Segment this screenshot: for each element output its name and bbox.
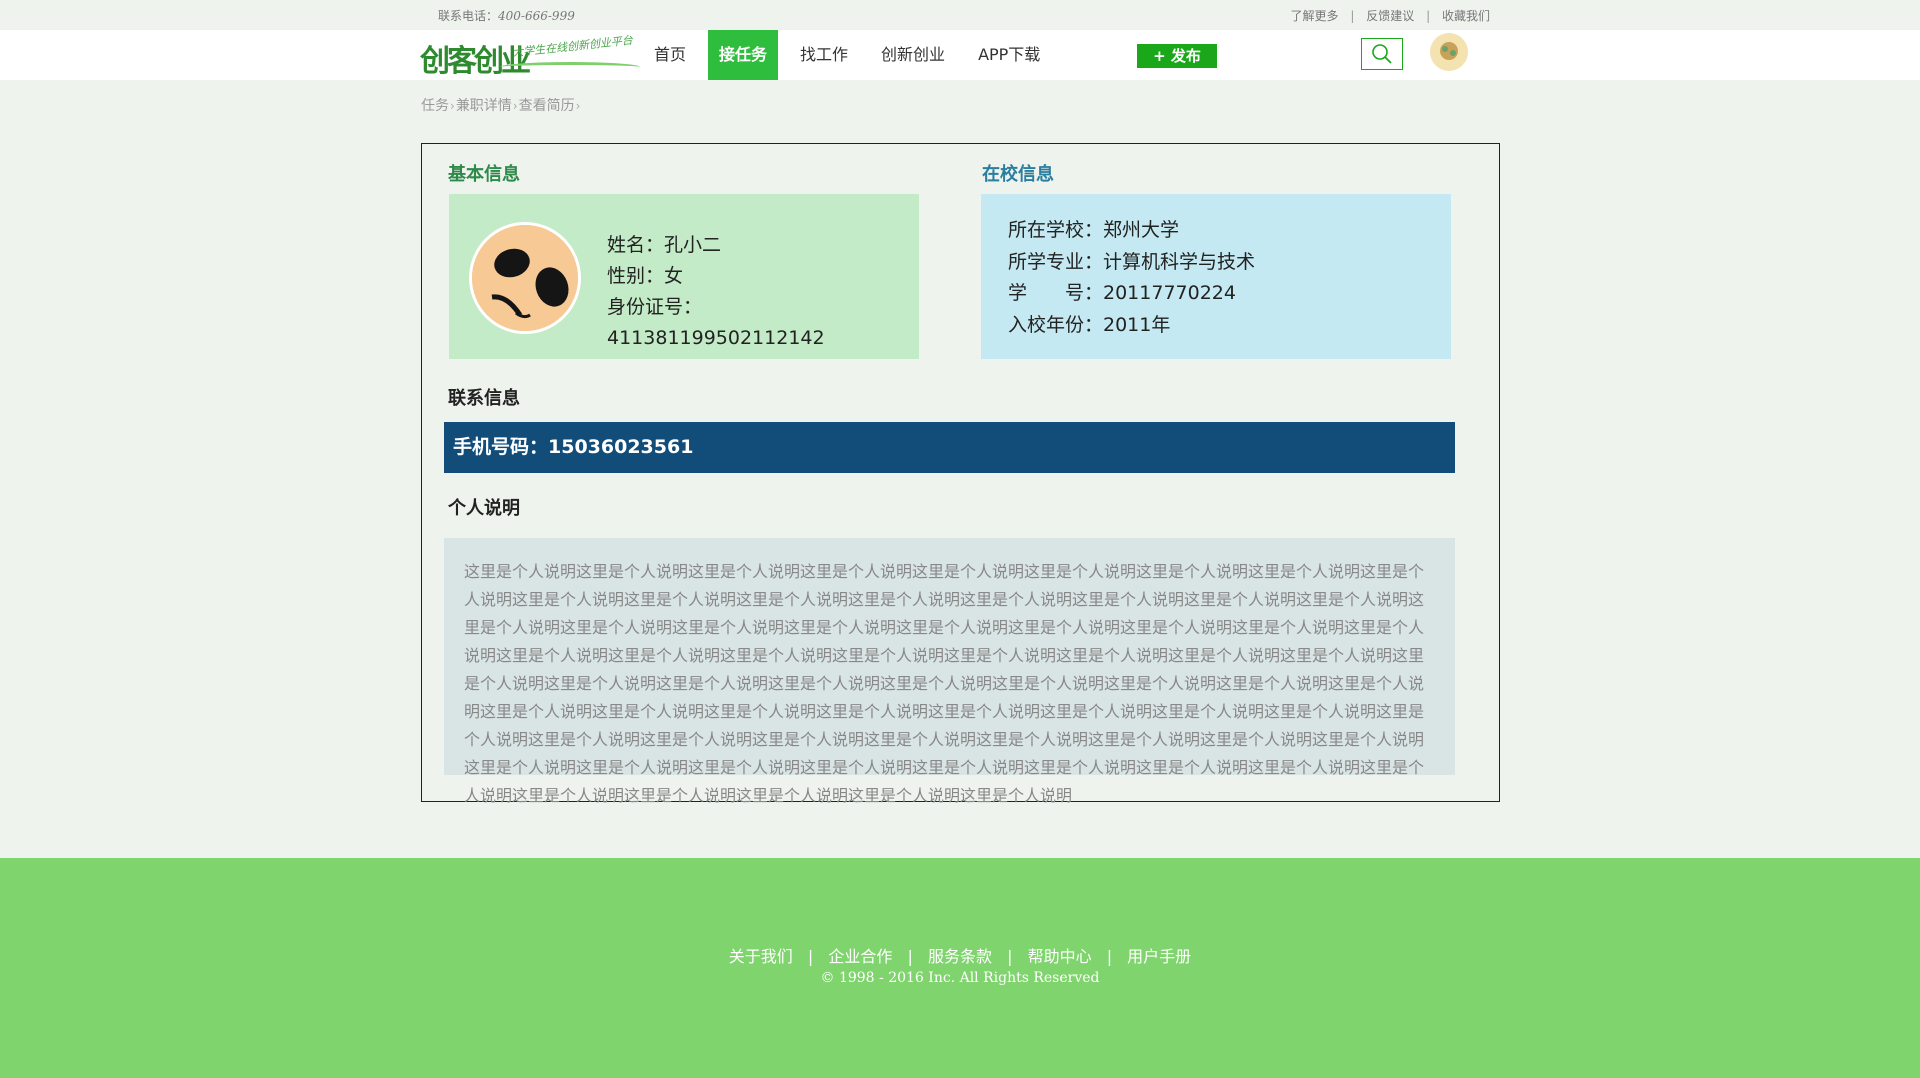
enroll-year-field: 入校年份：2011年: [1008, 313, 1171, 336]
contact-info-title: 联系信息: [448, 388, 520, 409]
nav-find-job[interactable]: 找工作: [789, 30, 859, 80]
name-field: 姓名：孔小二: [607, 234, 722, 256]
logo-mark: 创客创业: [420, 44, 531, 79]
top-links: 了解更多 | 反馈建议 | 收藏我们: [1291, 7, 1490, 24]
copyright-text: © 1998 - 2016 Inc. All Rights Reserved: [820, 970, 1100, 986]
site-logo[interactable]: 创客创业 大学生在线创新创业平台: [420, 32, 645, 79]
basic-info-lines: 姓名：孔小二 性别：女 身份证号：411381199502112142: [607, 230, 919, 354]
basic-info-title: 基本信息: [448, 164, 520, 185]
separator: |: [1426, 9, 1431, 23]
breadcrumb-parttime-detail[interactable]: 兼职详情: [456, 98, 512, 114]
main-nav: 首页 接任务 找工作 创新创业 APP下载: [643, 30, 1062, 80]
bookmark-link[interactable]: 收藏我们: [1442, 9, 1490, 23]
footer-terms-link[interactable]: 服务条款: [928, 947, 992, 966]
id-number-field: 身份证号：411381199502112142: [607, 296, 825, 349]
basic-info-panel: 姓名：孔小二 性别：女 身份证号：411381199502112142: [449, 194, 919, 359]
student-number-field: 学 号：20117770224: [1008, 282, 1236, 304]
page-footer: 关于我们 | 企业合作 | 服务条款 | 帮助中心 | 用户手册 © 1998 …: [0, 858, 1920, 1078]
school-info-title: 在校信息: [982, 164, 1054, 185]
breadcrumb-task[interactable]: 任务: [421, 98, 449, 114]
separator: |: [1350, 9, 1355, 23]
personal-statement-text: 这里是个人说明这里是个人说明这里是个人说明这里是个人说明这里是个人说明这里是个人…: [444, 538, 1455, 805]
breadcrumb: 任务›兼职详情›查看简历›: [421, 95, 581, 115]
separator: |: [1106, 947, 1113, 966]
learn-more-link[interactable]: 了解更多: [1291, 9, 1339, 23]
search-button[interactable]: [1361, 38, 1403, 70]
nav-take-task[interactable]: 接任务: [708, 30, 779, 80]
major-field: 所学专业：计算机科学与技术: [1008, 250, 1256, 273]
footer-manual-link[interactable]: 用户手册: [1127, 947, 1191, 966]
gender-field: 性别：女: [607, 265, 684, 287]
separator: |: [807, 947, 814, 966]
mobile-number-bar: 手机号码：15036023561: [444, 422, 1455, 473]
separator: |: [1007, 947, 1013, 966]
school-info-lines: 所在学校：郑州大学 所学专业：计算机科学与技术 学 号：20117770224 …: [1008, 215, 1255, 341]
breadcrumb-arrow: ›: [512, 99, 518, 113]
main-header: 创客创业 大学生在线创新创业平台 首页 接任务 找工作 创新创业 APP下载 +…: [0, 30, 1920, 80]
footer-business-link[interactable]: 企业合作: [828, 947, 892, 966]
separator: |: [907, 947, 913, 966]
search-icon: [1372, 44, 1392, 64]
contact-phone-label: 联系电话：: [438, 9, 499, 23]
resume-card: 基本信息 姓名：孔小二 性别：女 身份证号：411381199502112142…: [421, 143, 1500, 805]
footer-help-link[interactable]: 帮助中心: [1028, 947, 1092, 966]
school-field: 所在学校：郑州大学: [1008, 219, 1180, 241]
school-info-panel: 所在学校：郑州大学 所学专业：计算机科学与技术 学 号：20117770224 …: [981, 194, 1451, 359]
logo-swoosh: [500, 62, 640, 72]
contact-phone-number: 400-666-999: [498, 9, 575, 23]
personal-statement-title: 个人说明: [448, 498, 520, 519]
user-avatar[interactable]: [1430, 33, 1468, 71]
nav-app-download[interactable]: APP下载: [967, 30, 1051, 80]
nav-innovation[interactable]: 创新创业: [870, 30, 956, 80]
top-info-bar: 联系电话：400-666-999 了解更多 | 反馈建议 | 收藏我们: [0, 0, 1920, 30]
feedback-link[interactable]: 反馈建议: [1366, 9, 1414, 23]
avatar-icon: [1440, 42, 1458, 60]
breadcrumb-arrow: ›: [450, 99, 455, 113]
profile-photo: [469, 222, 581, 334]
contact-phone: 联系电话：400-666-999: [438, 7, 575, 24]
logo-slogan: 大学生在线创新创业平台: [511, 33, 634, 60]
breadcrumb-view-resume[interactable]: 查看简历: [519, 98, 575, 114]
nav-home[interactable]: 首页: [643, 30, 697, 80]
sunglasses-avatar-icon: [472, 225, 578, 331]
publish-button[interactable]: + 发布: [1137, 44, 1217, 68]
breadcrumb-arrow: ›: [575, 99, 581, 113]
footer-links: 关于我们 | 企业合作 | 服务条款 | 帮助中心 | 用户手册: [0, 943, 1920, 967]
footer-about-link[interactable]: 关于我们: [729, 947, 793, 966]
